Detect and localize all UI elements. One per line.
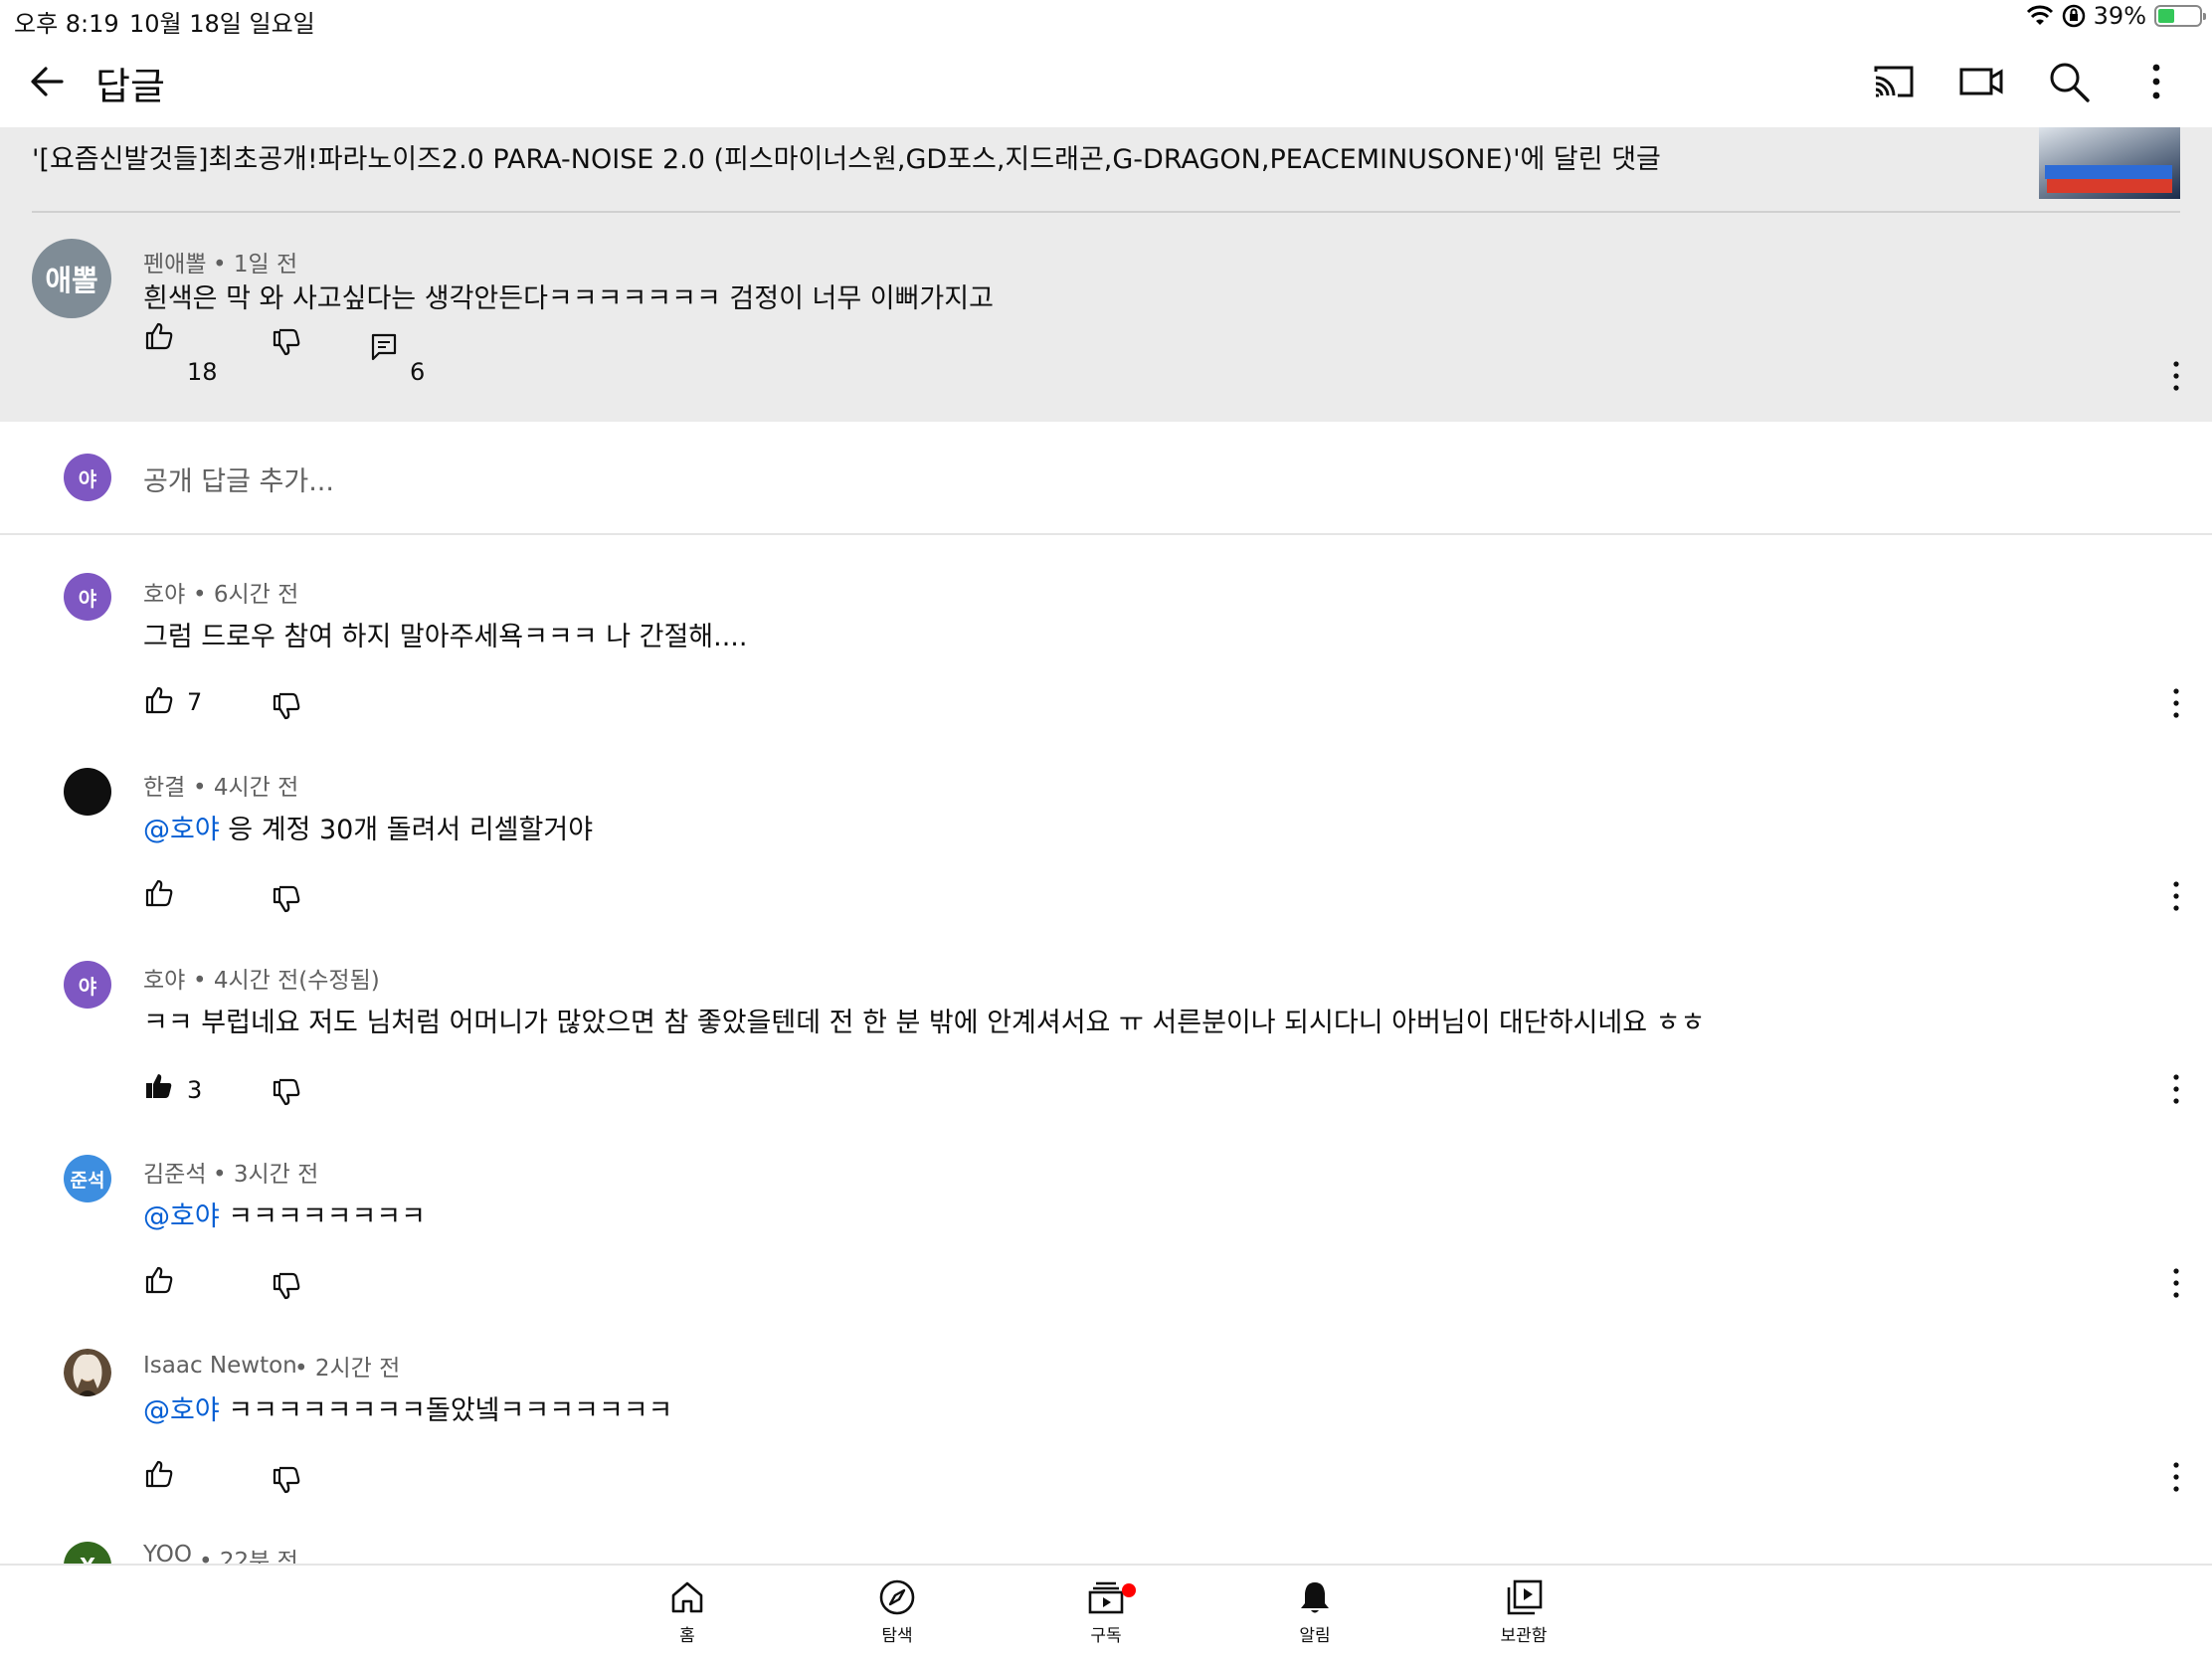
video-title[interactable]: '[요즘신발것들]최초공개!파라노이즈2.0 PARA-NOISE 2.0 (피… <box>32 137 1661 176</box>
comment-author[interactable]: 호야 <box>143 575 185 609</box>
status-right: 39% <box>2026 2 2206 30</box>
status-bar: 오후 8:19 10월 18일 일요일 39% <box>0 0 2212 40</box>
like-icon[interactable] <box>143 1264 175 1296</box>
comment-time: • 1일 전 <box>213 252 298 277</box>
comment-text: @호야 ㅋㅋㅋㅋㅋㅋㅋㅋ <box>143 1201 426 1232</box>
nav-label: 홈 <box>679 1626 695 1646</box>
comment-time: • 4시간 전 <box>193 775 299 801</box>
avatar[interactable]: 준석 <box>64 1155 111 1202</box>
explore-icon <box>879 1579 915 1615</box>
nav-library[interactable]: 보관함 <box>1464 1577 1583 1646</box>
avatar[interactable] <box>64 768 111 816</box>
like-icon[interactable] <box>143 1458 175 1490</box>
like-count: 18 <box>187 358 218 386</box>
like-icon[interactable] <box>143 684 175 716</box>
status-time: 오후 8:19 <box>14 10 119 38</box>
comment-author[interactable]: 펜애뽈 <box>143 245 206 278</box>
nav-explore[interactable]: 탐색 <box>837 1577 957 1646</box>
more-vert-icon[interactable] <box>2132 58 2180 105</box>
mention-link[interactable]: @호야 <box>143 1201 220 1232</box>
comment-author[interactable]: 한결 <box>143 768 185 802</box>
status-date: 10월 18일 일요일 <box>129 10 315 38</box>
video-thumbnail[interactable] <box>2039 127 2180 199</box>
dislike-icon[interactable] <box>271 1076 302 1108</box>
nav-label: 탐색 <box>881 1626 913 1646</box>
dislike-icon[interactable] <box>271 1270 302 1302</box>
avatar[interactable] <box>64 1349 111 1396</box>
like-icon[interactable] <box>143 877 175 909</box>
cast-icon[interactable] <box>1870 58 1918 105</box>
nav-notifications[interactable]: 알림 <box>1255 1577 1375 1646</box>
like-count: 7 <box>187 688 203 716</box>
add-reply-row: 야 공개 답글 추가... <box>0 422 2212 535</box>
video-camera-icon[interactable] <box>1957 58 2005 105</box>
bottom-navigation: 홈 탐색 구독 알림 보관함 <box>0 1564 2212 1661</box>
dislike-icon[interactable] <box>271 326 302 358</box>
nav-label: 구독 <box>1090 1626 1122 1646</box>
divider <box>32 211 2180 213</box>
comment-more-icon[interactable] <box>2171 1266 2181 1300</box>
like-count: 3 <box>187 1076 203 1104</box>
avatar[interactable]: 야 <box>64 961 111 1009</box>
avatar[interactable]: 야 <box>64 573 111 621</box>
search-icon[interactable] <box>2045 58 2093 105</box>
app-bar: 답글 <box>0 40 2212 125</box>
nav-label: 알림 <box>1299 1626 1331 1646</box>
back-arrow-icon[interactable] <box>26 60 70 103</box>
page-title: 답글 <box>95 65 165 108</box>
avatar: 야 <box>64 454 111 501</box>
comment-text: 흰색은 막 와 사고싶다는 생각안든다ㅋㅋㅋㅋㅋㅋㅋ 검정이 너무 이뻐가지고 <box>143 283 994 314</box>
like-filled-icon[interactable] <box>143 1070 175 1102</box>
comment-time: • 2시간 전 <box>294 1356 401 1382</box>
add-reply-input[interactable]: 공개 답글 추가... <box>143 460 334 498</box>
comment-time: • 4시간 전(수정됨) <box>193 968 380 994</box>
mention-link[interactable]: @호야 <box>143 815 220 845</box>
comment-more-icon[interactable] <box>2171 1072 2181 1106</box>
comment-more-icon[interactable] <box>2171 879 2181 913</box>
dislike-icon[interactable] <box>271 690 302 722</box>
battery-percent: 39% <box>2093 2 2146 30</box>
comment-text: 그럼 드로우 참여 하지 말아주세욕ㅋㅋㅋ 나 간절해.... <box>143 622 748 652</box>
bell-icon <box>1301 1582 1329 1613</box>
comment-more-icon[interactable] <box>2171 686 2181 720</box>
comment-text: @호야 응 계정 30개 돌려서 리셀할거야 <box>143 815 594 845</box>
nav-subscriptions[interactable]: 구독 <box>1046 1577 1166 1646</box>
subscriptions-icon <box>1088 1581 1124 1614</box>
dislike-icon[interactable] <box>271 1464 302 1496</box>
comment-more-icon[interactable] <box>2171 1460 2181 1494</box>
home-icon <box>671 1581 703 1613</box>
avatar[interactable]: 애뽈 <box>32 239 111 318</box>
nav-label: 보관함 <box>1500 1626 1548 1646</box>
orientation-lock-icon <box>2062 4 2085 28</box>
notification-dot <box>1122 1583 1136 1597</box>
reply-count: 6 <box>410 358 426 386</box>
comment-author[interactable]: 김준석 <box>143 1155 206 1189</box>
wifi-icon <box>2026 5 2053 25</box>
comment-time: • 3시간 전 <box>213 1162 319 1188</box>
battery-icon <box>2154 5 2206 27</box>
comment-author[interactable]: 호야 <box>143 961 185 995</box>
dislike-icon[interactable] <box>271 883 302 915</box>
comment-text: ㅋㅋ 부럽네요 저도 님처럼 어머니가 많았으면 참 좋았을텐데 전 한 분 밖… <box>143 1008 1706 1038</box>
nav-home[interactable]: 홈 <box>628 1577 747 1646</box>
comment-more-icon[interactable] <box>2171 359 2181 393</box>
comment-time: • 6시간 전 <box>193 582 299 608</box>
parent-comment: '[요즘신발것들]최초공개!파라노이즈2.0 PARA-NOISE 2.0 (피… <box>0 127 2212 422</box>
like-icon[interactable] <box>143 320 175 352</box>
library-icon <box>1507 1579 1543 1615</box>
comment-text: @호야 ㅋㅋㅋㅋㅋㅋㅋㅋ돌았넼ㅋㅋㅋㅋㅋㅋㅋ <box>143 1395 673 1426</box>
comment-author[interactable]: Isaac Newton <box>143 1353 297 1379</box>
reply-icon[interactable] <box>368 330 400 362</box>
mention-link[interactable]: @호야 <box>143 1395 220 1426</box>
